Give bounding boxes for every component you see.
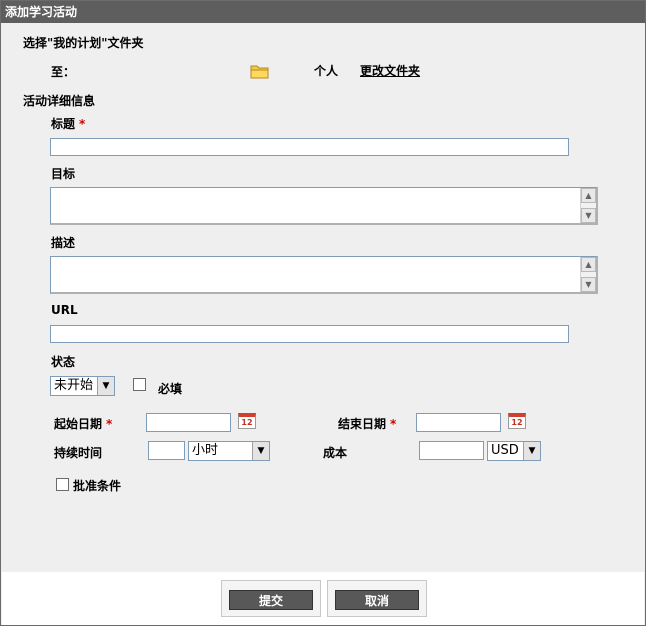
end-date-label: 结束日期 — [338, 417, 387, 431]
title-label: 标题 — [51, 117, 76, 131]
status-label: 状态 — [51, 355, 76, 369]
duration-unit-select[interactable]: 小时 ▼ — [188, 441, 270, 461]
scroll-down-icon[interactable]: ▼ — [581, 208, 596, 223]
chevron-down-icon[interactable]: ▼ — [252, 442, 269, 460]
submit-button[interactable]: 提交 — [229, 590, 313, 610]
details-section-heading: 活动详细信息 — [23, 94, 96, 108]
status-selected-value: 未开始 — [54, 378, 94, 393]
description-textarea[interactable]: ▲ ▼ — [50, 256, 598, 294]
goal-scrollbar[interactable]: ▲ ▼ — [580, 188, 596, 223]
folder-icon — [250, 65, 269, 79]
approval-checkbox-label: 批准条件 — [73, 479, 122, 493]
title-label-row: 标题 * — [51, 115, 85, 132]
chevron-down-icon[interactable]: ▼ — [523, 442, 540, 460]
duration-label: 持续时间 — [54, 446, 103, 460]
description-scrollbar[interactable]: ▲ ▼ — [580, 257, 596, 292]
calendar-icon[interactable]: 12 — [508, 413, 526, 429]
start-date-input[interactable] — [146, 413, 231, 432]
duration-unit-selected-value: 小时 — [192, 443, 219, 458]
folder-section-heading: 选择"我的计划"文件夹 — [23, 36, 144, 50]
end-date-input[interactable] — [416, 413, 501, 432]
url-input[interactable] — [50, 325, 569, 343]
url-label: URL — [51, 303, 78, 317]
cost-label: 成本 — [323, 446, 348, 460]
chevron-down-icon[interactable]: ▼ — [97, 377, 114, 395]
scroll-up-icon[interactable]: ▲ — [581, 257, 596, 272]
currency-selected-value: USD — [491, 443, 519, 458]
calendar-icon[interactable]: 12 — [238, 413, 256, 429]
description-label: 描述 — [51, 236, 76, 250]
currency-select[interactable]: USD ▼ — [487, 441, 541, 461]
duration-input[interactable] — [148, 441, 185, 460]
to-label: 至： — [51, 65, 76, 79]
dialog-footer: 提交 取消 — [2, 572, 644, 625]
status-select[interactable]: 未开始 ▼ — [50, 376, 115, 396]
submit-button-frame: 提交 — [221, 580, 321, 617]
cancel-button-frame: 取消 — [327, 580, 427, 617]
dialog-title: 添加学习活动 — [1, 1, 645, 23]
required-marker: * — [390, 417, 397, 431]
start-date-label-row: 起始日期 * — [54, 415, 112, 432]
change-folder-link[interactable]: 更改文件夹 — [360, 62, 420, 79]
required-marker: * — [79, 117, 86, 131]
cancel-button[interactable]: 取消 — [335, 590, 419, 610]
scroll-down-icon[interactable]: ▼ — [581, 277, 596, 292]
title-input[interactable] — [50, 138, 569, 156]
goal-textarea[interactable]: ▲ ▼ — [50, 187, 598, 225]
folder-name: 个人 — [314, 64, 339, 78]
scroll-up-icon[interactable]: ▲ — [581, 188, 596, 203]
required-checkbox[interactable] — [133, 378, 146, 391]
required-checkbox-label: 必填 — [158, 382, 183, 396]
start-date-label: 起始日期 — [54, 417, 103, 431]
required-marker: * — [106, 417, 113, 431]
add-learning-activity-dialog: 添加学习活动 选择"我的计划"文件夹 至： 个人 更改文件夹 活动详细信息 标题… — [0, 0, 646, 626]
goal-label: 目标 — [51, 167, 76, 181]
cost-input[interactable] — [419, 441, 484, 460]
approval-checkbox[interactable] — [56, 478, 69, 491]
end-date-label-row: 结束日期 * — [338, 415, 396, 432]
